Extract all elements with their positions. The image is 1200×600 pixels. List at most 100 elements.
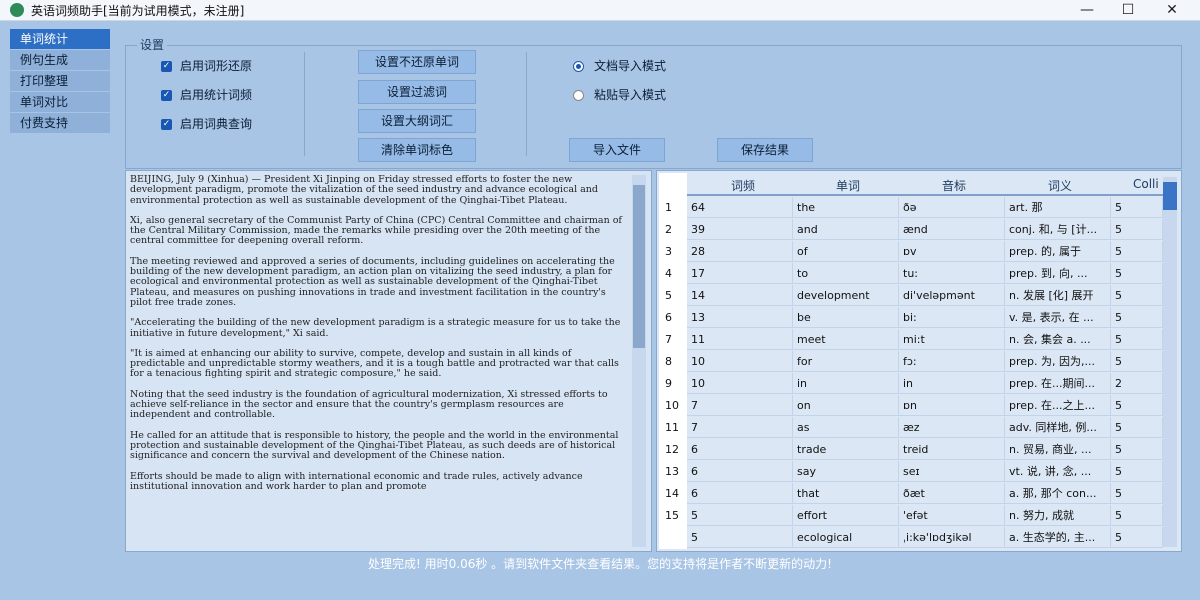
phonetic-cell: ðæt bbox=[899, 483, 1005, 504]
checkbox-checked-icon: ✓ bbox=[161, 90, 172, 101]
meaning-cell: conj. 和, 与 [计... bbox=[1005, 219, 1111, 240]
word-cell: meet bbox=[793, 329, 899, 350]
document-text-area[interactable]: BEIJING, July 9 (Xinhua) — President Xi … bbox=[125, 170, 652, 552]
phonetic-cell: ɒn bbox=[899, 395, 1005, 416]
meaning-cell: prep. 在...期间... bbox=[1005, 373, 1111, 394]
table-row[interactable]: 7 11 meet mi:t n. 会, 集会 a. ... 5 bbox=[657, 329, 1163, 351]
paragraph: BEIJING, July 9 (Xinhua) — President Xi … bbox=[130, 175, 598, 206]
word-cell: effort bbox=[793, 505, 899, 526]
collins-cell: 5 bbox=[1111, 439, 1163, 460]
table-row[interactable]: 5 14 development di'veləpmənt n. 发展 [化] … bbox=[657, 285, 1163, 307]
row-number: 7 bbox=[659, 329, 687, 350]
phonetic-cell: seɪ bbox=[899, 461, 1005, 482]
save-result-button[interactable]: 保存结果 bbox=[717, 138, 813, 162]
paragraph: He called for an attitude that is respon… bbox=[130, 429, 619, 462]
phonetic-cell: 'efət bbox=[899, 505, 1005, 526]
collins-cell: 5 bbox=[1111, 329, 1163, 350]
radio-label: 粘贴导入模式 bbox=[594, 88, 667, 102]
word-cell: that bbox=[793, 483, 899, 504]
sidebar-item-print-organize[interactable]: 打印整理 bbox=[10, 71, 110, 91]
row-number: 5 bbox=[659, 285, 687, 306]
column-header-meaning[interactable]: 词义 bbox=[1048, 177, 1072, 194]
table-row[interactable]: 12 6 trade treid n. 贸易, 商业, ... 5 bbox=[657, 439, 1163, 461]
import-file-button[interactable]: 导入文件 bbox=[569, 138, 665, 162]
collins-cell: 5 bbox=[1111, 461, 1163, 482]
table-row[interactable]: 13 6 say seɪ vt. 说, 讲, 念, ... 5 bbox=[657, 461, 1163, 483]
dictionary-lookup-checkbox[interactable]: ✓ 启用词典查询 bbox=[161, 115, 252, 132]
paragraph: The meeting reviewed and approved a seri… bbox=[130, 255, 615, 308]
paragraph: "Accelerating the building of the new de… bbox=[130, 317, 621, 339]
table-row[interactable]: 5 ecological ˌi:kə'lɒdʒikəl a. 生态学的, 主..… bbox=[657, 527, 1163, 549]
sidebar-item-paid-support[interactable]: 付费支持 bbox=[10, 113, 110, 133]
column-header-frequency[interactable]: 词频 bbox=[731, 177, 755, 194]
frequency-cell: 6 bbox=[687, 483, 793, 504]
collins-cell: 5 bbox=[1111, 505, 1163, 526]
phonetic-cell: ðə bbox=[899, 197, 1005, 218]
table-row[interactable]: 6 13 be bi: v. 是, 表示, 在 ... 5 bbox=[657, 307, 1163, 329]
table-row[interactable]: 3 28 of ɒv prep. 的, 属于 5 bbox=[657, 241, 1163, 263]
paste-import-radio[interactable]: 粘贴导入模式 bbox=[573, 86, 666, 103]
table-row[interactable]: 8 10 for fɔ: prep. 为, 因为,... 5 bbox=[657, 351, 1163, 373]
table-row[interactable]: 9 10 in in prep. 在...期间... 2 bbox=[657, 373, 1163, 395]
table-row[interactable]: 11 7 as æz adv. 同样地, 例... 5 bbox=[657, 417, 1163, 439]
lemmatize-checkbox[interactable]: ✓ 启用词形还原 bbox=[161, 57, 252, 74]
collins-cell: 5 bbox=[1111, 285, 1163, 306]
column-header-phonetic[interactable]: 音标 bbox=[942, 177, 966, 194]
table-row[interactable]: 1 64 the ðə art. 那 5 bbox=[657, 197, 1163, 219]
divider bbox=[304, 52, 305, 156]
table-row[interactable]: 15 5 effort 'efət n. 努力, 成就 5 bbox=[657, 505, 1163, 527]
maximize-button[interactable]: ☐ bbox=[1106, 0, 1150, 20]
meaning-cell: prep. 在...之上... bbox=[1005, 395, 1111, 416]
frequency-cell: 13 bbox=[687, 307, 793, 328]
scrollbar-thumb[interactable] bbox=[1163, 182, 1177, 210]
checkbox-label: 启用统计词频 bbox=[180, 88, 253, 102]
frequency-cell: 28 bbox=[687, 241, 793, 262]
table-row[interactable]: 14 6 that ðæt a. 那, 那个 con... 5 bbox=[657, 483, 1163, 505]
set-syllabus-vocabulary-button[interactable]: 设置大纲词汇 bbox=[358, 109, 476, 133]
app-logo-icon bbox=[10, 3, 24, 17]
phonetic-cell: ˌi:kə'lɒdʒikəl bbox=[899, 527, 1005, 548]
clear-word-colors-button[interactable]: 清除单词标色 bbox=[358, 138, 476, 162]
table-row[interactable]: 4 17 to tu: prep. 到, 向, ... 5 bbox=[657, 263, 1163, 285]
row-number: 6 bbox=[659, 307, 687, 328]
phonetic-cell: in bbox=[899, 373, 1005, 394]
table-row[interactable]: 10 7 on ɒn prep. 在...之上... 5 bbox=[657, 395, 1163, 417]
word-cell: say bbox=[793, 461, 899, 482]
scrollbar-thumb[interactable] bbox=[633, 185, 645, 348]
word-frequency-checkbox[interactable]: ✓ 启用统计词频 bbox=[161, 86, 252, 103]
meaning-cell: prep. 到, 向, ... bbox=[1005, 263, 1111, 284]
set-filter-words-button[interactable]: 设置过滤词 bbox=[358, 80, 476, 104]
row-number bbox=[659, 527, 687, 548]
frequency-cell: 7 bbox=[687, 395, 793, 416]
sidebar-item-word-stats[interactable]: 单词统计 bbox=[10, 29, 110, 49]
collins-cell: 5 bbox=[1111, 307, 1163, 328]
document-text: BEIJING, July 9 (Xinhua) — President Xi … bbox=[130, 175, 626, 547]
frequency-cell: 7 bbox=[687, 417, 793, 438]
frequency-cell: 11 bbox=[687, 329, 793, 350]
collins-cell: 5 bbox=[1111, 197, 1163, 218]
sidebar-item-word-compare[interactable]: 单词对比 bbox=[10, 92, 110, 112]
meaning-cell: a. 生态学的, 主... bbox=[1005, 527, 1111, 548]
set-no-lemmatize-words-button[interactable]: 设置不还原单词 bbox=[358, 50, 476, 74]
word-cell: of bbox=[793, 241, 899, 262]
frequency-cell: 14 bbox=[687, 285, 793, 306]
meaning-cell: n. 发展 [化] 展开 bbox=[1005, 285, 1111, 306]
close-button[interactable]: ✕ bbox=[1150, 0, 1194, 20]
word-cell: the bbox=[793, 197, 899, 218]
row-number: 4 bbox=[659, 263, 687, 284]
row-number: 15 bbox=[659, 505, 687, 526]
sidebar-item-example-sentences[interactable]: 例句生成 bbox=[10, 50, 110, 70]
column-header-word[interactable]: 单词 bbox=[836, 177, 860, 194]
meaning-cell: n. 会, 集会 a. ... bbox=[1005, 329, 1111, 350]
status-message: 处理完成! 用时0.06秒 。请到软件文件夹查看结果。您的支持将是作者不断更新的… bbox=[368, 557, 832, 571]
document-scrollbar[interactable] bbox=[632, 175, 646, 547]
table-scrollbar[interactable] bbox=[1163, 177, 1177, 547]
radio-label: 文档导入模式 bbox=[594, 59, 667, 73]
table-row[interactable]: 2 39 and ænd conj. 和, 与 [计... 5 bbox=[657, 219, 1163, 241]
phonetic-cell: æz bbox=[899, 417, 1005, 438]
meaning-cell: v. 是, 表示, 在 ... bbox=[1005, 307, 1111, 328]
minimize-button[interactable]: — bbox=[1065, 0, 1109, 20]
document-import-radio[interactable]: 文档导入模式 bbox=[573, 57, 666, 74]
radio-selected-icon bbox=[573, 61, 584, 72]
column-header-collins[interactable]: Colli bbox=[1133, 177, 1159, 191]
